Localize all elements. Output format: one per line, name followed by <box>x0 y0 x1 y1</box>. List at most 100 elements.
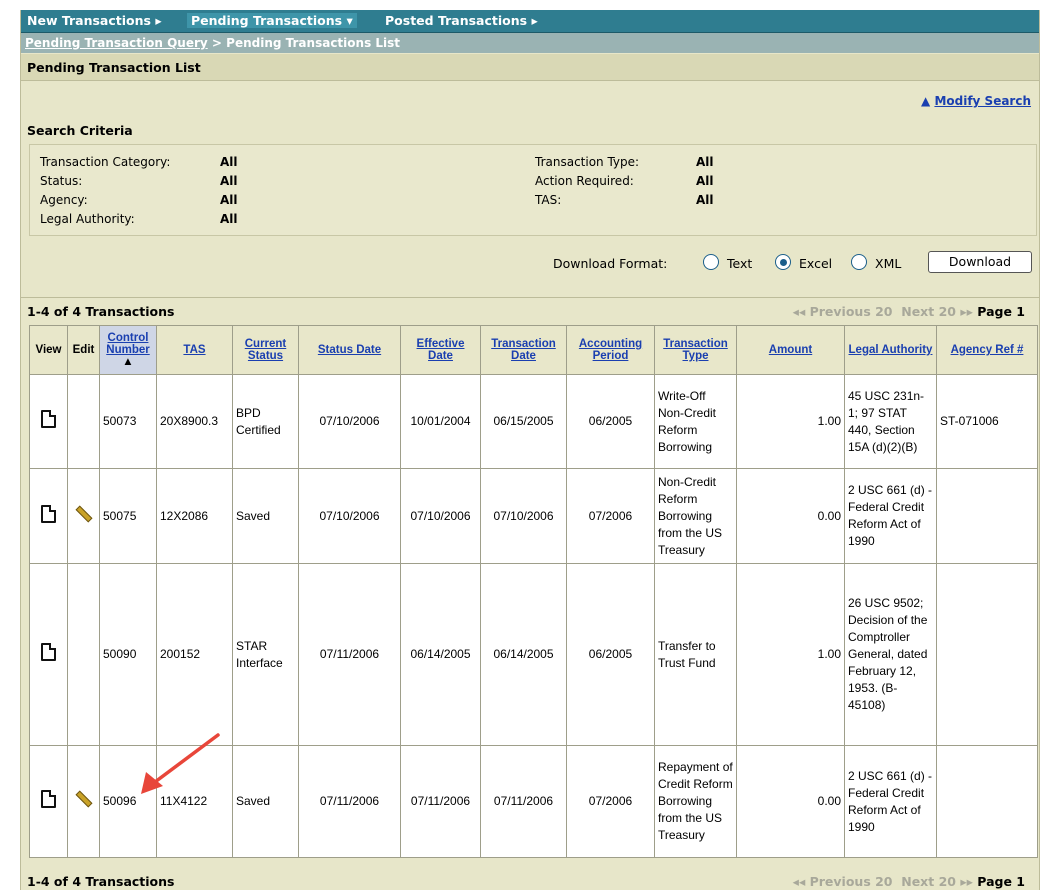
col-header-control-number[interactable]: Control Number ▲ <box>99 325 157 375</box>
col-header-view: View <box>29 325 68 375</box>
triangle-up-icon: ▲ <box>921 94 931 108</box>
cell-type: Transfer to Trust Fund <box>654 563 737 746</box>
col-header-amount[interactable]: Amount <box>736 325 845 375</box>
radio-excel-label: Excel <box>799 256 833 271</box>
download-button[interactable]: Download <box>928 251 1032 273</box>
document-view-icon[interactable] <box>41 410 56 428</box>
cell-legal: 45 USC 231n-1; 97 STAT 440, Section 15A … <box>844 374 937 469</box>
breadcrumb-current: Pending Transactions List <box>226 36 401 50</box>
cell-status: Saved <box>232 745 299 858</box>
criteria-value: All <box>220 193 238 207</box>
cell-type: Repayment of Credit Reform Borrowing fro… <box>654 745 737 858</box>
col-header-current-status[interactable]: Current Status <box>232 325 299 375</box>
col-header-status-date[interactable]: Status Date <box>298 325 401 375</box>
pager-previous: Previous 20 <box>809 874 893 889</box>
view-cell[interactable] <box>29 563 68 746</box>
criteria-label: Status: <box>40 174 83 188</box>
criteria-label: Agency: <box>40 193 88 207</box>
col-header-effective-date[interactable]: Effective Date <box>400 325 481 375</box>
criteria-label: Transaction Category: <box>40 155 171 169</box>
cell-status: BPD Certified <box>232 374 299 469</box>
document-view-icon[interactable] <box>41 504 56 523</box>
next-icon: ▸▸ <box>960 874 973 889</box>
cell-agency-ref <box>936 468 1038 564</box>
radio-text[interactable] <box>703 254 719 270</box>
section-title: Pending Transaction List <box>27 60 201 75</box>
cell-period: 06/2005 <box>566 563 655 746</box>
radio-xml[interactable] <box>851 254 867 270</box>
cell-effective-date: 06/14/2005 <box>400 563 481 746</box>
view-cell[interactable] <box>29 745 68 858</box>
criteria-label: Action Required: <box>535 174 634 188</box>
caret-down-icon: ▾ <box>346 13 353 28</box>
pager-page: Page 1 <box>977 304 1025 319</box>
col-header-agency-ref[interactable]: Agency Ref # <box>936 325 1038 375</box>
cell-transaction-date: 06/14/2005 <box>480 563 567 746</box>
pager-next: Next 20 <box>901 874 956 889</box>
cell-control-number: 50073 <box>99 374 157 469</box>
breadcrumb: Pending Transaction Query > Pending Tran… <box>21 33 1039 53</box>
section-header: Pending Transaction List <box>21 54 1039 81</box>
nav-posted-transactions[interactable]: Posted Transactions ▸ <box>385 13 538 28</box>
edit-cell[interactable] <box>67 468 100 564</box>
col-header-transaction-date[interactable]: Transaction Date <box>480 325 567 375</box>
criteria-value: All <box>696 174 714 188</box>
cell-tas: 11X4122 <box>156 745 233 858</box>
view-cell[interactable] <box>29 374 68 469</box>
radio-excel[interactable] <box>775 254 791 270</box>
download-format-label: Download Format: <box>553 256 668 271</box>
modify-search-link[interactable]: ▲ Modify Search <box>921 94 1031 108</box>
cell-legal: 2 USC 661 (d) - Federal Credit Reform Ac… <box>844 745 937 858</box>
cell-status-date: 07/10/2006 <box>298 468 401 564</box>
cell-agency-ref <box>936 563 1038 746</box>
pager-page: Page 1 <box>977 874 1025 889</box>
transactions-table: View Edit Control Number ▲ TAS Current St… <box>29 325 1038 858</box>
pencil-edit-icon[interactable] <box>75 790 92 808</box>
next-icon: ▸▸ <box>960 304 973 319</box>
cell-control-number: 50075 <box>99 468 157 564</box>
criteria-value: All <box>220 155 238 169</box>
cell-agency-ref: ST-071006 <box>936 374 1038 469</box>
cell-status: Saved <box>232 468 299 564</box>
modify-search-label[interactable]: Modify Search <box>934 94 1031 108</box>
pencil-edit-icon[interactable] <box>75 505 92 522</box>
breadcrumb-link-query[interactable]: Pending Transaction Query <box>25 36 208 50</box>
radio-text-label: Text <box>727 256 753 271</box>
table-row: 50073 20X8900.3 BPD Certified 07/10/2006… <box>29 374 1038 469</box>
cell-transaction-date: 07/10/2006 <box>480 468 567 564</box>
edit-cell[interactable] <box>67 745 100 858</box>
nav-new-transactions[interactable]: New Transactions ▸ <box>27 13 162 28</box>
cell-transaction-date: 06/15/2005 <box>480 374 567 469</box>
cell-amount: 1.00 <box>736 563 845 746</box>
table-header-row: View Edit Control Number ▲ TAS Current St… <box>29 325 1038 375</box>
nav-pending-transactions[interactable]: Pending Transactions ▾ <box>187 13 357 28</box>
transaction-count-bottom: 1-4 of 4 Transactions <box>27 874 175 889</box>
col-header-accounting-period[interactable]: Accounting Period <box>566 325 655 375</box>
pager-top: ◂◂ Previous 20 Next 20 ▸▸ Page 1 <box>793 304 1025 319</box>
document-view-icon[interactable] <box>41 643 56 661</box>
caret-right-icon: ▸ <box>531 13 538 28</box>
cell-period: 06/2005 <box>566 374 655 469</box>
divider <box>21 297 1039 298</box>
cell-period: 07/2006 <box>566 745 655 858</box>
edit-cell <box>67 374 100 469</box>
col-header-tas[interactable]: TAS <box>156 325 233 375</box>
document-view-icon[interactable] <box>41 790 56 808</box>
cell-status-date: 07/11/2006 <box>298 745 401 858</box>
cell-amount: 0.00 <box>736 468 845 564</box>
cell-amount: 0.00 <box>736 745 845 858</box>
table-row: 50096 11X4122 Saved 07/11/2006 07/11/200… <box>29 745 1038 858</box>
cell-tas: 20X8900.3 <box>156 374 233 469</box>
criteria-value: All <box>696 155 714 169</box>
view-cell[interactable] <box>29 468 68 564</box>
top-nav: New Transactions ▸ Pending Transactions … <box>21 10 1039 33</box>
col-header-transaction-type[interactable]: Transaction Type <box>654 325 737 375</box>
pager-previous: Previous 20 <box>809 304 893 319</box>
prev-icon: ◂◂ <box>792 304 806 319</box>
pager-next: Next 20 <box>901 304 956 319</box>
cell-type: Write-Off Non-Credit Reform Borrowing <box>654 374 737 469</box>
cell-effective-date: 07/10/2006 <box>400 468 481 564</box>
cell-amount: 1.00 <box>736 374 845 469</box>
col-header-legal-authority[interactable]: Legal Authority <box>844 325 937 375</box>
download-row: Download Format: Text Excel XML Download <box>21 250 1039 280</box>
